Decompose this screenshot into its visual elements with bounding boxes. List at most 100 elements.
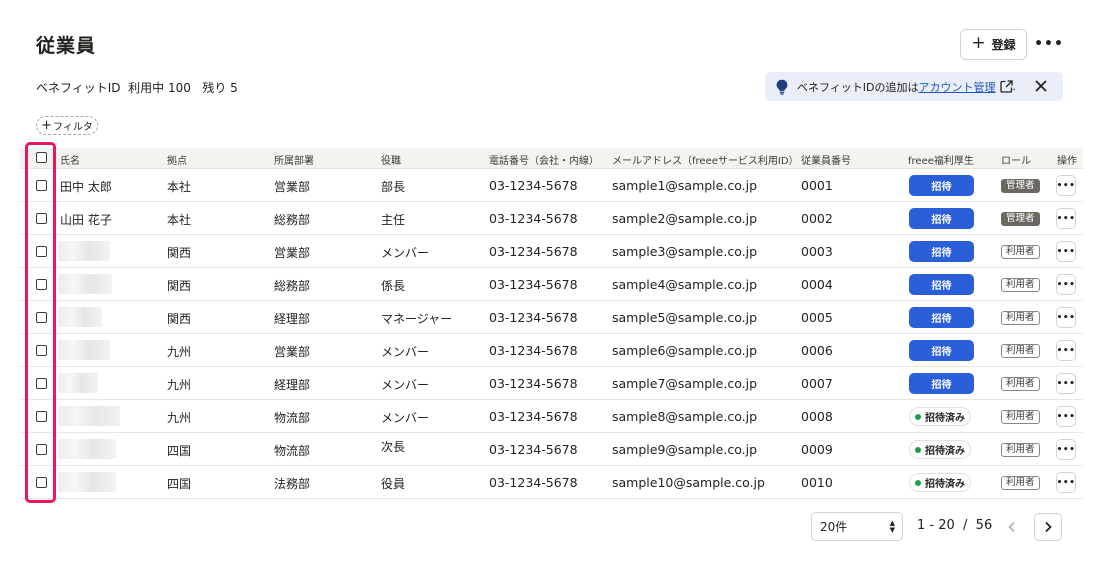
row-checkbox[interactable] [36,246,47,257]
employee-name-redacted [58,373,98,393]
filter-button[interactable]: + フィルタ [36,116,98,135]
employee-position: メンバー [381,378,430,392]
row-actions-button[interactable]: ••• [1056,373,1076,394]
row-actions-button[interactable]: ••• [1056,208,1076,229]
employee-email: sample4@sample.co.jp [612,277,758,292]
employee-position: マネージャー [381,312,453,326]
employee-location: 関西 [167,312,192,326]
invite-button[interactable]: 招待 [909,274,974,295]
employee-phone: 03-1234-5678 [489,277,578,292]
lightbulb-icon [776,79,788,95]
invite-button[interactable]: 招待 [909,340,974,361]
employee-phone: 03-1234-5678 [489,409,578,424]
next-page-button[interactable] [1034,513,1062,541]
employee-location: 本社 [167,180,192,194]
row-actions-button[interactable]: ••• [1056,241,1076,262]
pagination-range: 1 - 20 / 56 [917,518,993,533]
register-button-label: 登録 [991,38,1016,52]
row-actions-button[interactable]: ••• [1056,307,1076,328]
select-arrows-icon: ▲ ▼ [889,519,895,534]
employee-department: 経理部 [274,312,311,326]
column-header-position[interactable]: 役職 [381,152,401,167]
role-badge: 利用者 [1001,476,1040,490]
row-actions-button[interactable]: ••• [1056,340,1076,361]
close-icon[interactable] [1033,78,1049,94]
employee-name-redacted [58,241,110,261]
invited-badge: 招待済み [909,440,971,459]
employee-number: 0004 [801,277,833,292]
employee-name-redacted [58,439,116,459]
invite-button[interactable]: 招待 [909,307,974,328]
employee-phone: 03-1234-5678 [489,244,578,259]
account-management-link[interactable]: アカウント管理 [919,79,996,95]
employee-department: 物流部 [274,411,311,425]
select-all-checkbox[interactable] [36,152,47,163]
register-button[interactable]: + 登録 [960,29,1027,60]
invite-button[interactable]: 招待 [909,175,974,196]
column-header-email[interactable]: メールアドレス（freeeサービス利用ID） [612,152,799,167]
employee-email: sample8@sample.co.jp [612,409,758,424]
column-header-phone[interactable]: 電話番号（会社・内線） [489,152,599,167]
employee-position: メンバー [381,246,430,260]
per-page-select[interactable]: 20件 ▲ ▼ [811,512,903,541]
column-header-benefit[interactable]: freee福利厚生 [908,152,974,167]
invited-badge: 招待済み [909,407,971,426]
invited-label: 招待済み [925,479,965,490]
chevron-left-icon [1008,521,1015,533]
column-header-location[interactable]: 拠点 [167,152,187,167]
column-header-department[interactable]: 所属部署 [274,152,314,167]
employee-department: 営業部 [274,180,311,194]
table-row: 田中 太郎 本社 営業部 部長 03-1234-5678 sample1@sam… [20,169,1083,202]
employee-email: sample9@sample.co.jp [612,442,758,457]
employee-name-redacted [58,406,120,426]
invite-button[interactable]: 招待 [909,241,974,262]
employee-number: 0001 [801,178,833,193]
employee-email: sample6@sample.co.jp [612,343,758,358]
row-actions-button[interactable]: ••• [1056,175,1076,196]
employee-phone: 03-1234-5678 [489,310,578,325]
row-checkbox[interactable] [36,411,47,422]
employee-email: sample2@sample.co.jp [612,211,758,226]
invited-label: 招待済み [925,446,965,457]
chevron-right-icon [1045,521,1052,533]
plus-icon: + [41,118,53,133]
column-header-name[interactable]: 氏名 [60,152,80,167]
employee-email: sample7@sample.co.jp [612,376,758,391]
row-checkbox[interactable] [36,312,47,323]
row-checkbox[interactable] [36,444,47,455]
employee-position: 係長 [381,279,406,293]
row-checkbox[interactable] [36,213,47,224]
employee-name[interactable]: 山田 花子 [60,211,112,228]
filter-button-label: フィルタ [53,122,93,133]
employee-name[interactable]: 田中 太郎 [60,178,112,195]
employee-location: 関西 [167,279,192,293]
row-actions-button[interactable]: ••• [1056,472,1076,493]
employee-number: 0008 [801,409,833,424]
row-actions-button[interactable]: ••• [1056,439,1076,460]
column-header-employee-no[interactable]: 従業員番号 [801,152,851,167]
role-badge: 利用者 [1001,311,1040,325]
more-menu-button[interactable]: ••• [1034,32,1063,56]
row-checkbox[interactable] [36,378,47,389]
row-checkbox[interactable] [36,477,47,488]
employee-location: 四国 [167,444,192,458]
employee-location: 四国 [167,477,192,491]
role-badge: 利用者 [1001,245,1040,259]
invite-button[interactable]: 招待 [909,208,974,229]
column-header-role[interactable]: ロール [1001,152,1031,167]
table-row: 関西 総務部 係長 03-1234-5678 sample4@sample.co… [20,268,1083,301]
row-checkbox[interactable] [36,180,47,191]
employee-phone: 03-1234-5678 [489,442,578,457]
row-checkbox[interactable] [36,279,47,290]
row-checkbox[interactable] [36,345,47,356]
employee-department: 営業部 [274,246,311,260]
row-actions-button[interactable]: ••• [1056,406,1076,427]
page-title: 従業員 [36,35,97,57]
notice-text: ベネフィットIDの追加は [797,80,919,94]
table-row: 九州 経理部 メンバー 03-1234-5678 sample7@sample.… [20,367,1083,400]
previous-page-button[interactable] [998,513,1026,541]
external-link-icon[interactable] [999,80,1013,93]
row-actions-button[interactable]: ••• [1056,274,1076,295]
benefit-id-usage: ベネフィットID 利用中 100 残り 5 [36,81,238,95]
invite-button[interactable]: 招待 [909,373,974,394]
